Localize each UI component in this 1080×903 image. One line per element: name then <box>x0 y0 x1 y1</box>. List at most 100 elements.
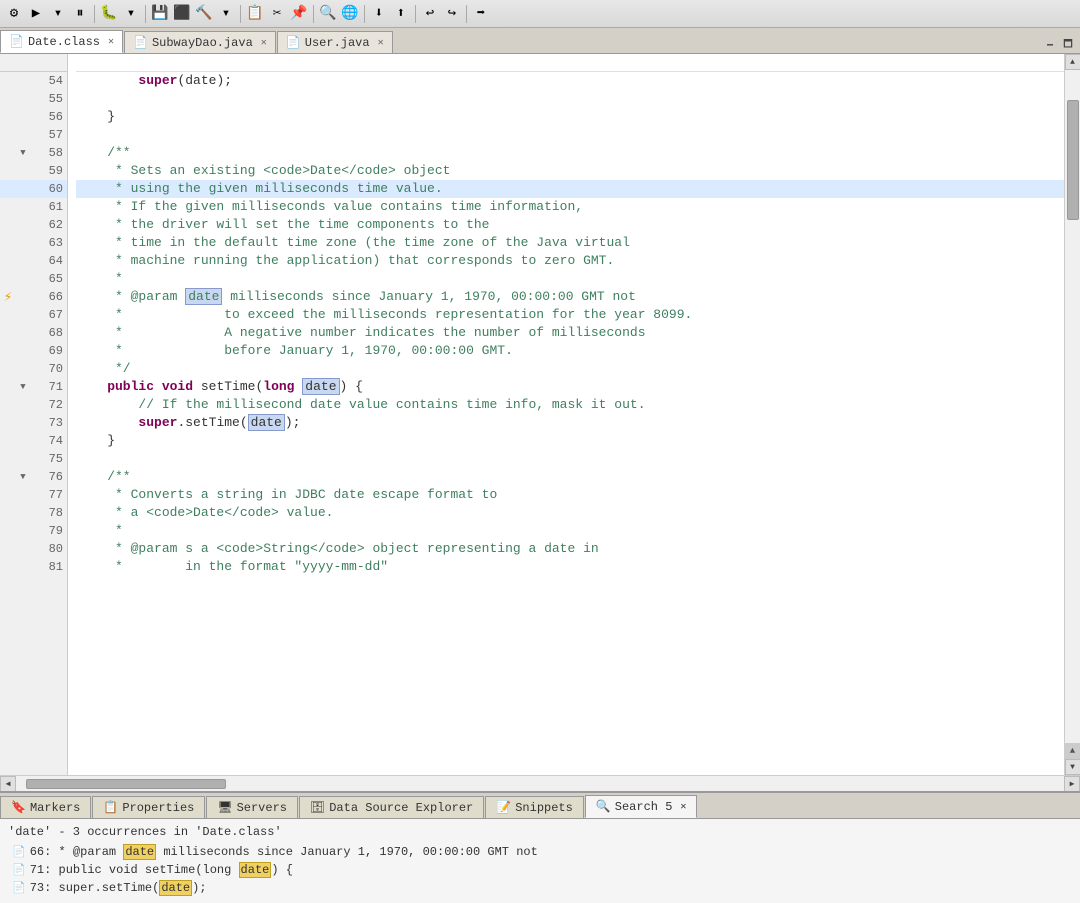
bottom-tab-bar: 🔖 Markers 📋 Properties 🖥 Servers 🗄 Data … <box>0 793 1080 819</box>
gutter-70: 70 <box>0 360 67 378</box>
gutter-80: 80 <box>0 540 67 558</box>
gutter-67: 67 <box>0 306 67 324</box>
result-1-text: 66: * @param date milliseconds since Jan… <box>30 845 538 859</box>
toolbar-icon-8[interactable]: ⬛ <box>172 4 192 24</box>
toolbar-icon-18[interactable]: ↩ <box>420 4 440 24</box>
code-line-76: /** <box>76 468 1064 486</box>
gutter-66: ⚡66 <box>0 288 67 306</box>
code-line-81: * in the format "yyyy-mm-dd" <box>76 558 1064 576</box>
search-result-2[interactable]: 📄 71: public void setTime(long date) { <box>8 861 1072 879</box>
toolbar-icon-20[interactable]: ➡ <box>471 4 491 24</box>
h-scroll-thumb[interactable] <box>26 779 226 789</box>
scroll-up-btn[interactable]: ▲ <box>1065 54 1080 70</box>
data-source-tab-label: Data Source Explorer <box>329 801 473 815</box>
scroll-left-btn[interactable]: ◀ <box>0 776 16 792</box>
gutter-71[interactable]: ▼71 <box>0 378 67 396</box>
toolbar-icon-9[interactable]: 🔨 <box>194 4 214 24</box>
search-result-3[interactable]: 📄 73: super.setTime(date); <box>8 879 1072 897</box>
toolbar-icon-3[interactable]: ▾ <box>48 4 68 24</box>
tab-snippets[interactable]: 📝 Snippets <box>485 796 584 818</box>
gutter-61: 61 <box>0 198 67 216</box>
tab-date-class[interactable]: 📄 Date.class ✕ <box>0 30 123 53</box>
search-results-panel: 'date' - 3 occurrences in 'Date.class' 📄… <box>0 819 1080 903</box>
result-3-suffix: ); <box>192 881 206 895</box>
code-line-61: * If the given milliseconds value contai… <box>76 198 1064 216</box>
date-class-tab-close[interactable]: ✕ <box>108 36 114 48</box>
subway-dao-tab-close[interactable]: ✕ <box>261 37 267 49</box>
toolbar-icon-12[interactable]: ✂ <box>267 4 287 24</box>
gutter-76[interactable]: ▼76 <box>0 468 67 486</box>
tab-subway-dao[interactable]: 📄 SubwayDao.java ✕ <box>124 31 276 53</box>
result-2-match: date <box>239 862 272 878</box>
toolbar-icon-11[interactable]: 📋 <box>245 4 265 24</box>
bottom-panel: 🔖 Markers 📋 Properties 🖥 Servers 🗄 Data … <box>0 791 1080 903</box>
code-line-60: * using the given milliseconds time valu… <box>76 180 1064 198</box>
toolbar-icon-4[interactable]: ⏸ <box>70 4 90 24</box>
code-line-59: * Sets an existing <code>Date</code> obj… <box>76 162 1064 180</box>
gutter-68: 68 <box>0 324 67 342</box>
tab-data-source[interactable]: 🗄 Data Source Explorer <box>299 796 484 818</box>
tab-servers[interactable]: 🖥 Servers <box>206 796 298 818</box>
code-line-58: /** <box>76 144 1064 162</box>
code-line-54: super(date); <box>76 72 1064 90</box>
servers-tab-icon: 🖥 <box>217 800 232 815</box>
toolbar-icon-17[interactable]: ⬆ <box>391 4 411 24</box>
scroll-bottom-btn[interactable]: ▲ <box>1065 743 1080 759</box>
toolbar-icon-14[interactable]: 🔍 <box>318 4 338 24</box>
markers-tab-icon: 🔖 <box>11 800 26 815</box>
line-gutter: 54 55 56 57 ▼58 59 60 61 62 63 64 65 ⚡66… <box>0 54 68 775</box>
search-tab-close[interactable]: ✕ <box>680 801 686 813</box>
minimize-editor-btn[interactable]: 🗕 <box>1042 37 1058 53</box>
date-class-tab-label: Date.class <box>28 35 100 49</box>
gutter-65: 65 <box>0 270 67 288</box>
result-1-prefix: 66: * @param <box>30 845 124 859</box>
search-summary: 'date' - 3 occurrences in 'Date.class' <box>8 825 1072 839</box>
user-java-tab-close[interactable]: ✕ <box>378 37 384 49</box>
toolbar-icon-6[interactable]: ▾ <box>121 4 141 24</box>
gutter-69: 69 <box>0 342 67 360</box>
scroll-down-btn[interactable]: ▼ <box>1065 759 1080 775</box>
gutter-78: 78 <box>0 504 67 522</box>
gutter-header <box>0 54 67 72</box>
tab-properties[interactable]: 📋 Properties <box>92 796 205 818</box>
toolbar-sep-5 <box>364 5 365 23</box>
toolbar-icon-15[interactable]: 🌐 <box>340 4 360 24</box>
gutter-75: 75 <box>0 450 67 468</box>
toolbar-icon-1[interactable]: ⚙ <box>4 4 24 24</box>
code-line-70: */ <box>76 360 1064 378</box>
toolbar-sep-3 <box>240 5 241 23</box>
toolbar-icon-2[interactable]: ▶ <box>26 4 46 24</box>
search-result-1[interactable]: 📄 66: * @param date milliseconds since J… <box>8 843 1072 861</box>
editor-tab-bar: 📄 Date.class ✕ 📄 SubwayDao.java ✕ 📄 User… <box>0 28 1080 54</box>
tab-controls: 🗕 🗖 <box>1042 37 1080 53</box>
toolbar-icon-19[interactable]: ↪ <box>442 4 462 24</box>
toolbar-icon-13[interactable]: 📌 <box>289 4 309 24</box>
tab-markers[interactable]: 🔖 Markers <box>0 796 91 818</box>
code-line-66: * @param date milliseconds since January… <box>76 288 1064 306</box>
code-editor[interactable]: super(date); } /** * Sets an existing <c… <box>68 54 1064 775</box>
scroll-right-btn[interactable]: ▶ <box>1064 776 1080 792</box>
vertical-scrollbar[interactable]: ▲ ▲ ▼ <box>1064 54 1080 775</box>
scroll-thumb[interactable] <box>1067 100 1079 220</box>
scroll-track <box>1065 70 1080 743</box>
maximize-editor-btn[interactable]: 🗖 <box>1060 37 1076 53</box>
gutter-59: 59 <box>0 162 67 180</box>
gutter-58[interactable]: ▼58 <box>0 144 67 162</box>
code-line-65: * <box>76 270 1064 288</box>
code-line-71: public void setTime(long date) { <box>76 378 1064 396</box>
tab-search[interactable]: 🔍 Search 5 ✕ <box>585 795 698 818</box>
toolbar-icon-7[interactable]: 💾 <box>150 4 170 24</box>
search-tab-icon: 🔍 <box>596 799 611 814</box>
code-line-64: * machine running the application) that … <box>76 252 1064 270</box>
toolbar-icon-10[interactable]: ▾ <box>216 4 236 24</box>
gutter-81: 81 <box>0 558 67 576</box>
toolbar-icon-5[interactable]: 🐛 <box>99 4 119 24</box>
result-1-match: date <box>123 844 156 860</box>
gutter-73: 73 <box>0 414 67 432</box>
tab-user-java[interactable]: 📄 User.java ✕ <box>277 31 393 53</box>
gutter-64: 64 <box>0 252 67 270</box>
code-line-72: // If the millisecond date value contain… <box>76 396 1064 414</box>
toolbar-icon-16[interactable]: ⬇ <box>369 4 389 24</box>
horizontal-scrollbar[interactable]: ◀ ▶ <box>0 775 1080 791</box>
h-scroll-track <box>16 776 1064 791</box>
